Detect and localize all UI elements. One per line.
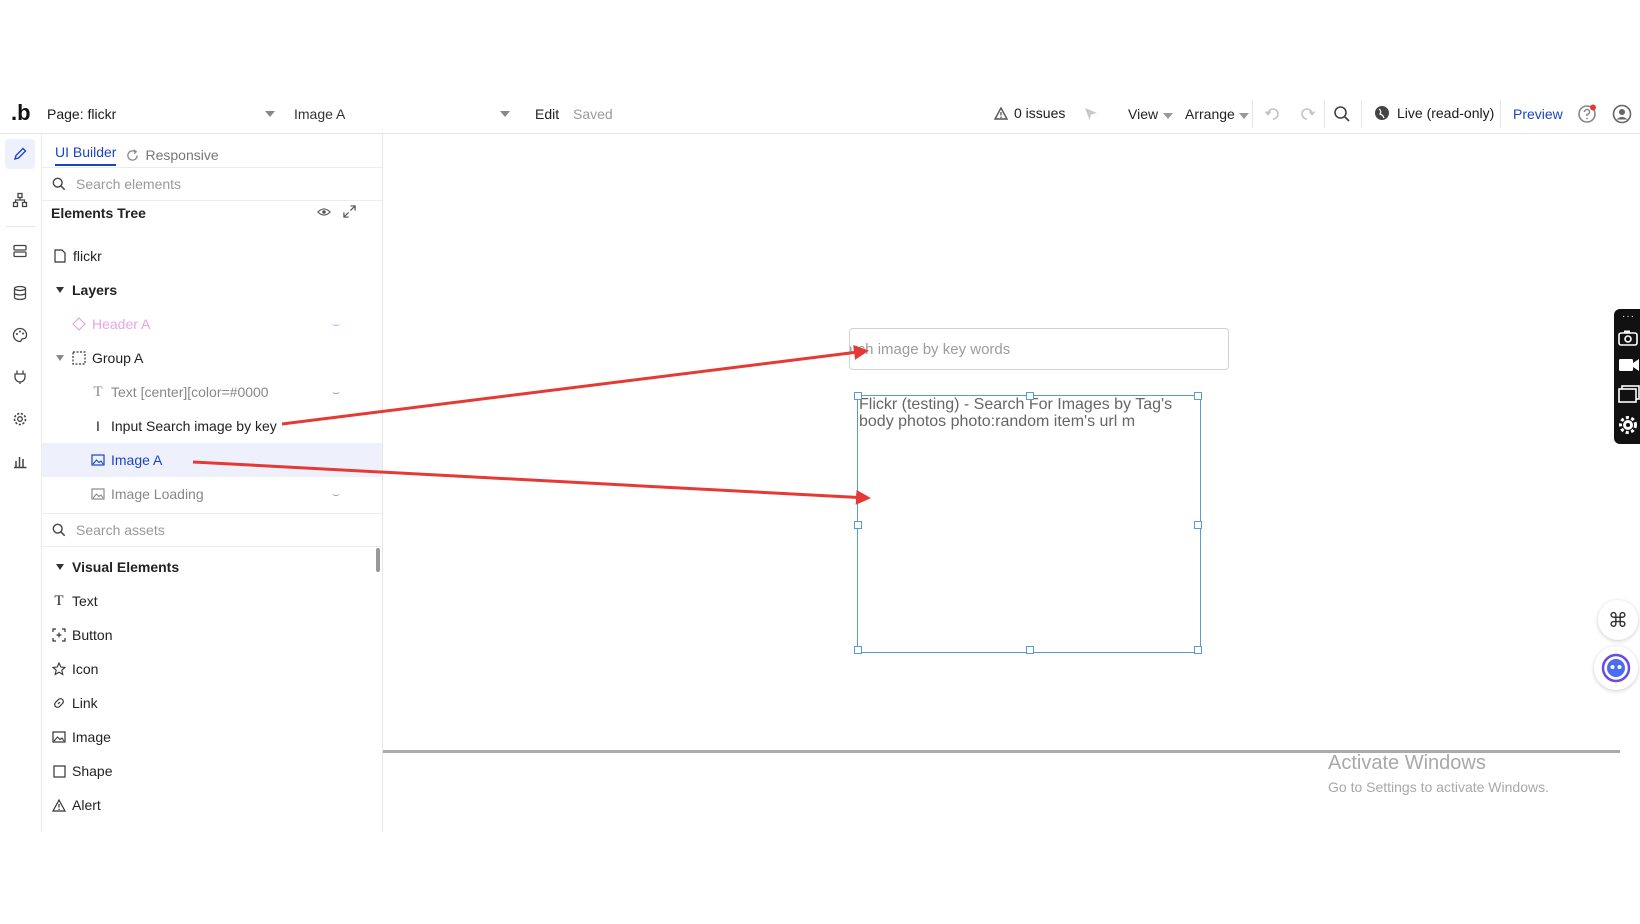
screen-recorder-dock: ···: [1614, 309, 1640, 444]
gear-icon[interactable]: [1618, 415, 1638, 435]
assistant-button[interactable]: [1594, 646, 1638, 690]
windows-activation-watermark: Activate Windows Go to Settings to activ…: [1328, 752, 1549, 795]
command-icon: ⌘: [1608, 609, 1628, 632]
assistant-face-icon: [1601, 653, 1631, 683]
screen-icon[interactable]: [1618, 385, 1640, 403]
annotation-arrow-image: [192, 460, 871, 505]
annotation-arrow-input: [281, 345, 869, 426]
camera-icon[interactable]: [1618, 329, 1638, 347]
watermark-title: Activate Windows: [1328, 752, 1486, 774]
video-icon[interactable]: [1618, 357, 1640, 373]
watermark-subtitle: Go to Settings to activate Windows.: [1328, 779, 1549, 795]
more-dots-icon[interactable]: ···: [1622, 311, 1635, 322]
shortcuts-button[interactable]: ⌘: [1598, 600, 1638, 640]
